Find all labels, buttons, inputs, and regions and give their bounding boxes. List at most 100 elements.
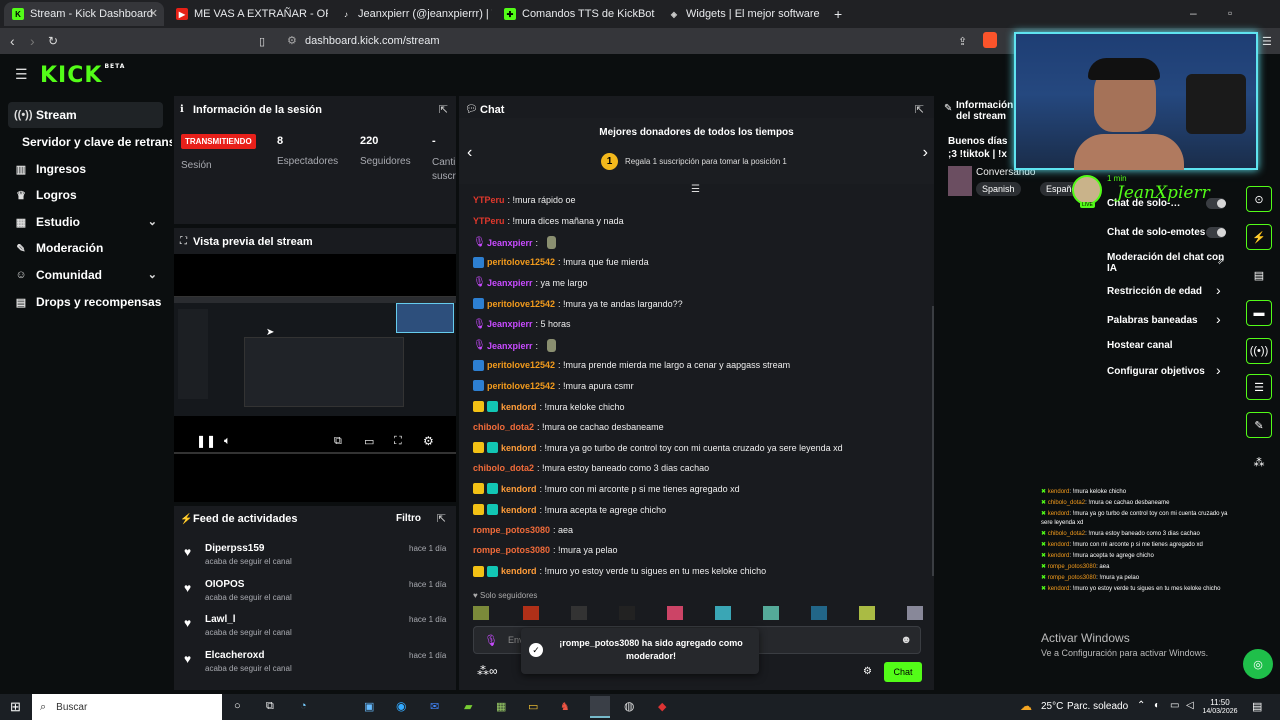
- edge-icon[interactable]: ◉: [396, 699, 406, 713]
- new-tab-button[interactable]: +: [826, 2, 846, 26]
- chat-message[interactable]: 🎙︎ Jeanxpierr: 5 horas: [473, 319, 571, 330]
- chat-username[interactable]: kendord: [501, 402, 537, 412]
- brave-shield-icon[interactable]: [983, 32, 997, 48]
- chat-username[interactable]: peritolove12542: [487, 360, 555, 370]
- chat-message[interactable]: kendord: !muro con mi arconte p si me ti…: [473, 483, 740, 495]
- chat-message[interactable]: kendord: !mura acepta te agrege chicho: [473, 504, 666, 515]
- sidebar-item-moderacion[interactable]: ✎ Moderación: [8, 235, 163, 261]
- chat-username[interactable]: peritolove12542: [487, 299, 555, 309]
- chat-username[interactable]: Jeanxpierr: [487, 341, 533, 351]
- taskbar-search[interactable]: ⌕ Buscar: [32, 694, 222, 720]
- layers-icon[interactable]: ☰: [1246, 374, 1272, 400]
- external-link-icon[interactable]: ⇗: [1217, 256, 1225, 267]
- sidebar-item-server-key[interactable]: Servidor y clave de retransmisión: [16, 129, 172, 155]
- network-icon[interactable]: ▭: [1170, 700, 1179, 711]
- dota-icon[interactable]: ◆: [658, 700, 666, 713]
- tab-kick-dashboard[interactable]: K Stream - Kick Dashboard ✕: [4, 2, 164, 26]
- chat-username[interactable]: peritolove12542: [487, 381, 555, 391]
- chat-message[interactable]: peritolove12542: !mura apura csmr: [473, 380, 634, 392]
- close-icon[interactable]: ✕: [149, 7, 158, 20]
- emote-icon[interactable]: [571, 606, 587, 620]
- chat-username[interactable]: kendord: [501, 484, 537, 494]
- emote-icon[interactable]: [859, 606, 875, 620]
- emote-icon[interactable]: [667, 606, 683, 620]
- sidebar-item-comunidad[interactable]: ☺ Comunidad ⌄: [8, 262, 163, 288]
- reload-icon[interactable]: ↻: [48, 34, 58, 48]
- task-view-icon[interactable]: ⧉: [266, 700, 274, 713]
- option-banned-words[interactable]: Palabras baneadas: [1107, 315, 1225, 326]
- emote-icon[interactable]: [907, 606, 923, 620]
- theater-icon[interactable]: ▭: [364, 435, 374, 448]
- chat-username[interactable]: peritolove12542: [487, 257, 555, 267]
- clock-date[interactable]: 14/03/2026: [1198, 708, 1242, 715]
- popout-icon[interactable]: ⇱: [437, 512, 446, 525]
- chat-username[interactable]: Jeanxpierr: [487, 278, 533, 288]
- chat-message[interactable]: peritolove12542: !mura prende mierda me …: [473, 359, 790, 371]
- forward-icon[interactable]: ›: [30, 33, 35, 49]
- option-host-channel[interactable]: Hostear canal: [1107, 340, 1225, 351]
- chat-message[interactable]: kendord: !mura keloke chicho: [473, 401, 625, 412]
- chat-message[interactable]: 🎙︎ Jeanxpierr:: [473, 236, 557, 250]
- app-icon[interactable]: ◔: [300, 700, 307, 712]
- mail-icon[interactable]: ✉: [430, 700, 439, 713]
- chat-message[interactable]: chibolo_dota2: !mura oe cachao desbaneam…: [473, 422, 664, 432]
- sidebar-item-stream[interactable]: ((•)) Stream: [8, 102, 163, 128]
- chat-scrollbar[interactable]: [932, 306, 934, 576]
- emote-icon[interactable]: [715, 606, 731, 620]
- folder-icon[interactable]: ▭: [528, 700, 538, 713]
- volume-icon[interactable]: 🔈︎: [224, 435, 231, 448]
- bolt-icon[interactable]: ⚡: [1246, 224, 1272, 250]
- back-icon[interactable]: ‹: [10, 33, 15, 49]
- camera-icon[interactable]: ⊙: [1246, 186, 1272, 212]
- option-age-restriction[interactable]: Restricción de edad: [1107, 286, 1225, 297]
- clock-time[interactable]: 11:50: [1203, 698, 1237, 707]
- tray-chevron-icon[interactable]: ⌃: [1137, 700, 1145, 711]
- fullscreen-icon[interactable]: ⛶: [394, 435, 402, 448]
- share-nodes-icon[interactable]: ⁂: [1246, 449, 1272, 475]
- tab-tiktok[interactable]: ♪ Jeanxpierr (@jeanxpierrr) | TikTok: [332, 2, 492, 26]
- chat-username[interactable]: rompe_potos3080: [473, 545, 550, 555]
- kick-logo[interactable]: KICK BETA: [40, 63, 125, 88]
- pause-icon[interactable]: ❚❚: [196, 434, 216, 448]
- emote-icon[interactable]: [523, 606, 539, 620]
- emote-icon[interactable]: [619, 606, 635, 620]
- chat-username[interactable]: YTPeru: [473, 195, 505, 205]
- wrench-icon[interactable]: ✎: [1246, 412, 1272, 438]
- emotes-only-toggle[interactable]: [1206, 227, 1226, 238]
- progress-bar[interactable]: [174, 452, 456, 454]
- nvidia-icon[interactable]: ▰: [464, 700, 472, 713]
- emote-icon[interactable]: [763, 606, 779, 620]
- chevron-left-icon[interactable]: ‹: [467, 144, 472, 162]
- settings-gear-icon[interactable]: ⚙: [423, 434, 434, 448]
- chat-message[interactable]: 🎙︎ Jeanxpierr: ya me largo: [473, 277, 588, 288]
- sidebar-item-estudio[interactable]: ▦ Estudio ⌄: [8, 209, 163, 235]
- filter-button[interactable]: Filtro: [396, 513, 421, 524]
- chat-message[interactable]: kendord: !mura ya go turbo de control to…: [473, 442, 843, 454]
- maximize-icon[interactable]: ▫: [1228, 6, 1232, 20]
- chat-extras-icon[interactable]: ⁂∞: [477, 664, 498, 678]
- chevron-right-icon[interactable]: ›: [923, 144, 928, 162]
- document-icon[interactable]: ▤: [1246, 262, 1272, 288]
- chat-username[interactable]: kendord: [501, 443, 537, 453]
- emote-icon[interactable]: [811, 606, 827, 620]
- tab-widgets[interactable]: ◈ Widgets | El mejor software para po: [660, 2, 820, 26]
- volume-icon[interactable]: ◁: [1186, 700, 1194, 711]
- chat-username[interactable]: kendord: [501, 566, 537, 576]
- popout-icon[interactable]: ⇱: [915, 103, 924, 116]
- sidebar-item-ingresos[interactable]: ▥ Ingresos: [8, 156, 163, 182]
- chat-settings-icon[interactable]: ⚙: [863, 666, 872, 677]
- chat-message[interactable]: kendord: !muro yo estoy verde tu sigues …: [473, 565, 766, 577]
- chat-username[interactable]: kendord: [501, 505, 537, 515]
- sidebar-item-logros[interactable]: ♛ Logros: [8, 182, 163, 208]
- app2-icon[interactable]: ♞: [560, 700, 570, 713]
- obs-icon[interactable]: ◍: [624, 699, 634, 713]
- bookmark-icon[interactable]: ▯: [259, 35, 265, 48]
- chat-username[interactable]: Jeanxpierr: [487, 319, 533, 329]
- chat-username[interactable]: chibolo_dota2: [473, 422, 534, 432]
- hamburger-icon[interactable]: ☰: [15, 66, 28, 83]
- url-field[interactable]: ⚙ dashboard.kick.com/stream: [285, 32, 1005, 50]
- option-ai-moderation[interactable]: Moderación del chat con IA: [1107, 252, 1225, 274]
- tab-youtube[interactable]: ▶ ME VAS A EXTRAÑAR - ORQUEST: [168, 2, 328, 26]
- pip-icon[interactable]: ⧉: [334, 435, 342, 448]
- minimize-icon[interactable]: –: [1190, 6, 1197, 20]
